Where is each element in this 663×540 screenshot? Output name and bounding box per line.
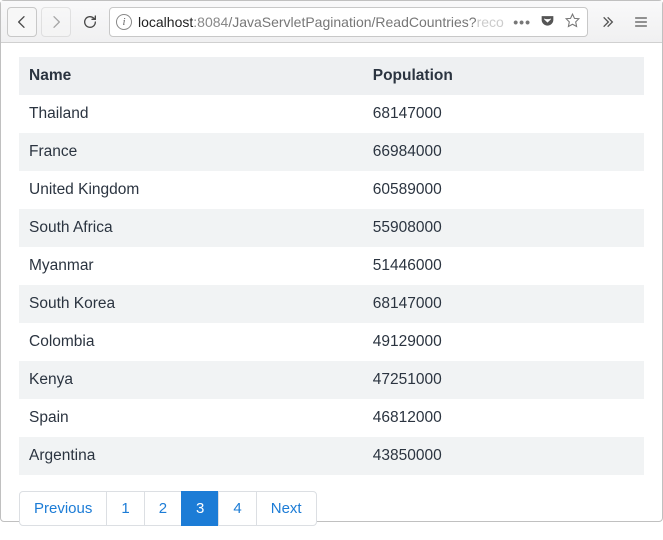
pagination-page-4[interactable]: 4 (218, 491, 256, 526)
table-row: United Kingdom60589000 (19, 171, 644, 209)
pocket-icon[interactable] (539, 12, 556, 32)
cell-population: 60589000 (363, 171, 644, 209)
cell-name: United Kingdom (19, 171, 363, 209)
cell-population: 43850000 (363, 437, 644, 475)
cell-name: Spain (19, 399, 363, 437)
bookmark-star-icon[interactable] (564, 12, 581, 32)
table-row: Thailand68147000 (19, 95, 644, 133)
cell-name: South Africa (19, 209, 363, 247)
chevrons-right-icon (599, 14, 615, 30)
pagination-page-1[interactable]: 1 (106, 491, 144, 526)
cell-population: 68147000 (363, 95, 644, 133)
table-row: Kenya47251000 (19, 361, 644, 399)
pagination-page-2[interactable]: 2 (144, 491, 182, 526)
table-row: South Korea68147000 (19, 285, 644, 323)
arrow-left-icon (14, 14, 30, 30)
table-row: Colombia49129000 (19, 323, 644, 361)
countries-table: Name Population Thailand68147000France66… (19, 57, 644, 475)
cell-name: Kenya (19, 361, 363, 399)
cell-population: 55908000 (363, 209, 644, 247)
cell-population: 66984000 (363, 133, 644, 171)
arrow-right-icon (48, 14, 64, 30)
hamburger-icon (633, 14, 649, 30)
hamburger-menu-button[interactable] (626, 7, 656, 37)
cell-population: 49129000 (363, 323, 644, 361)
forward-button[interactable] (41, 7, 71, 37)
column-header-population: Population (363, 57, 644, 95)
pagination-next[interactable]: Next (256, 491, 317, 526)
table-row: Spain46812000 (19, 399, 644, 437)
table-row: Argentina43850000 (19, 437, 644, 475)
cell-name: Myanmar (19, 247, 363, 285)
back-button[interactable] (7, 7, 37, 37)
table-row: South Africa55908000 (19, 209, 644, 247)
cell-name: Colombia (19, 323, 363, 361)
pagination: Previous1234Next (19, 491, 644, 526)
site-info-icon[interactable]: i (116, 14, 132, 30)
table-row: Myanmar51446000 (19, 247, 644, 285)
cell-population: 51446000 (363, 247, 644, 285)
pagination-previous[interactable]: Previous (19, 491, 107, 526)
url-text: localhost:8084/JavaServletPagination/Rea… (138, 14, 507, 30)
cell-name: South Korea (19, 285, 363, 323)
cell-name: Thailand (19, 95, 363, 133)
column-header-name: Name (19, 57, 363, 95)
overflow-button[interactable] (592, 7, 622, 37)
table-row: France66984000 (19, 133, 644, 171)
cell-population: 47251000 (363, 361, 644, 399)
cell-name: Argentina (19, 437, 363, 475)
pagination-page-3[interactable]: 3 (181, 491, 219, 526)
browser-toolbar: i localhost:8084/JavaServletPagination/R… (1, 1, 662, 43)
reload-icon (82, 14, 98, 30)
page-action-icon[interactable]: ••• (513, 14, 531, 30)
address-bar[interactable]: i localhost:8084/JavaServletPagination/R… (109, 7, 588, 37)
cell-population: 46812000 (363, 399, 644, 437)
reload-button[interactable] (75, 7, 105, 37)
cell-population: 68147000 (363, 285, 644, 323)
page-content: Name Population Thailand68147000France66… (1, 43, 662, 540)
cell-name: France (19, 133, 363, 171)
